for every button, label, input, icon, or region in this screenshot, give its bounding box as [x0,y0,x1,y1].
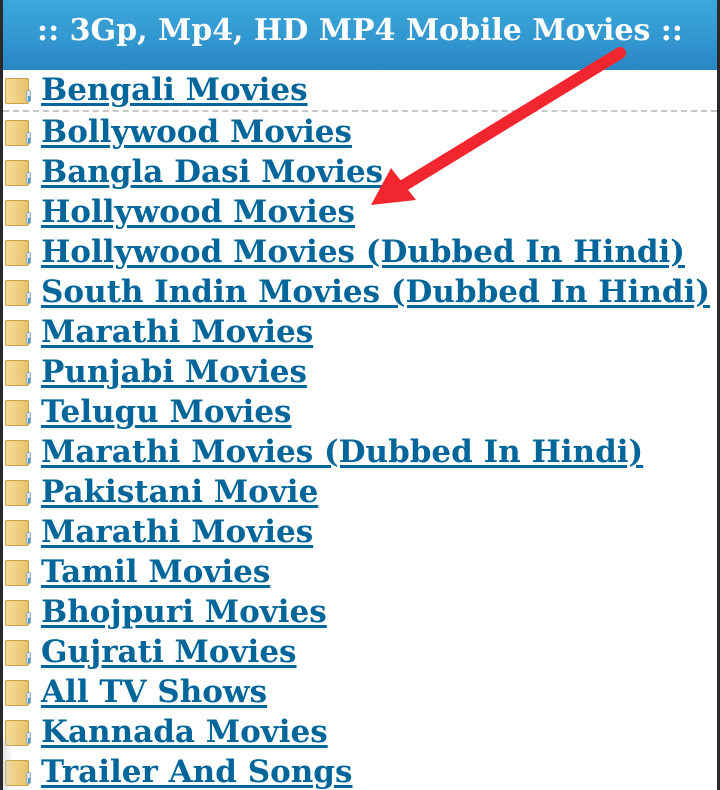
folder-icon [5,358,31,386]
category-link[interactable]: Bengali Movies [41,72,308,108]
category-link[interactable]: Bollywood Movies [41,114,352,150]
category-item[interactable]: Bangla Dasi Movies [3,152,717,192]
category-link[interactable]: Bangla Dasi Movies [41,154,383,190]
category-item[interactable]: Trailer And Songs [3,752,717,790]
category-item[interactable]: Tamil Movies [3,552,717,592]
category-link[interactable]: Kannada Movies [41,714,328,750]
category-item[interactable]: Marathi Movies [3,512,717,552]
category-item[interactable]: Bollywood Movies [3,112,717,152]
folder-icon [5,518,31,546]
folder-icon [5,438,31,466]
folder-icon [5,638,31,666]
page-header: :: 3Gp, Mp4, HD MP4 Mobile Movies :: [3,0,717,70]
category-link[interactable]: All TV Shows [41,674,267,710]
category-list: Bengali Movies Bollywood Movies Bangla Das… [3,70,717,790]
category-item[interactable]: Punjabi Movies [3,352,717,392]
folder-icon [5,278,31,306]
category-link[interactable]: Punjabi Movies [41,354,307,390]
category-link[interactable]: Marathi Movies [41,514,313,550]
category-link[interactable]: Gujrati Movies [41,634,297,670]
category-item[interactable]: Bengali Movies [3,70,717,112]
category-item[interactable]: Pakistani Movie [3,472,717,512]
category-link[interactable]: Hollywood Movies (Dubbed In Hindi) [41,234,685,270]
folder-icon [5,398,31,426]
folder-icon [5,238,31,266]
category-link[interactable]: Marathi Movies (Dubbed In Hindi) [41,434,643,470]
category-item[interactable]: Hollywood Movies [3,192,717,232]
category-link[interactable]: Telugu Movies [41,394,292,430]
category-item[interactable]: Marathi Movies (Dubbed In Hindi) [3,432,717,472]
category-item[interactable]: South Indin Movies (Dubbed In Hindi) [3,272,717,312]
category-item[interactable]: Bhojpuri Movies [3,592,717,632]
folder-icon [5,76,31,104]
header-title: :: 3Gp, Mp4, HD MP4 Mobile Movies :: [37,13,683,48]
category-item[interactable]: Hollywood Movies (Dubbed In Hindi) [3,232,717,272]
category-link[interactable]: South Indin Movies (Dubbed In Hindi) [41,274,710,310]
folder-icon [5,478,31,506]
category-item[interactable]: Kannada Movies [3,712,717,752]
category-link[interactable]: Bhojpuri Movies [41,594,327,630]
category-link[interactable]: Trailer And Songs [41,754,352,790]
folder-icon [5,558,31,586]
scroll-indicator [3,740,13,790]
folder-icon [5,318,31,346]
category-item[interactable]: Marathi Movies [3,312,717,352]
folder-icon [5,198,31,226]
category-link[interactable]: Hollywood Movies [41,194,355,230]
category-link[interactable]: Tamil Movies [41,554,270,590]
folder-icon [5,598,31,626]
category-link[interactable]: Marathi Movies [41,314,313,350]
category-item[interactable]: All TV Shows [3,672,717,712]
folder-icon [5,118,31,146]
category-item[interactable]: Telugu Movies [3,392,717,432]
category-link[interactable]: Pakistani Movie [41,474,318,510]
folder-icon [5,158,31,186]
folder-icon [5,678,31,706]
page: :: 3Gp, Mp4, HD MP4 Mobile Movies :: Ben… [3,0,717,790]
category-item[interactable]: Gujrati Movies [3,632,717,672]
